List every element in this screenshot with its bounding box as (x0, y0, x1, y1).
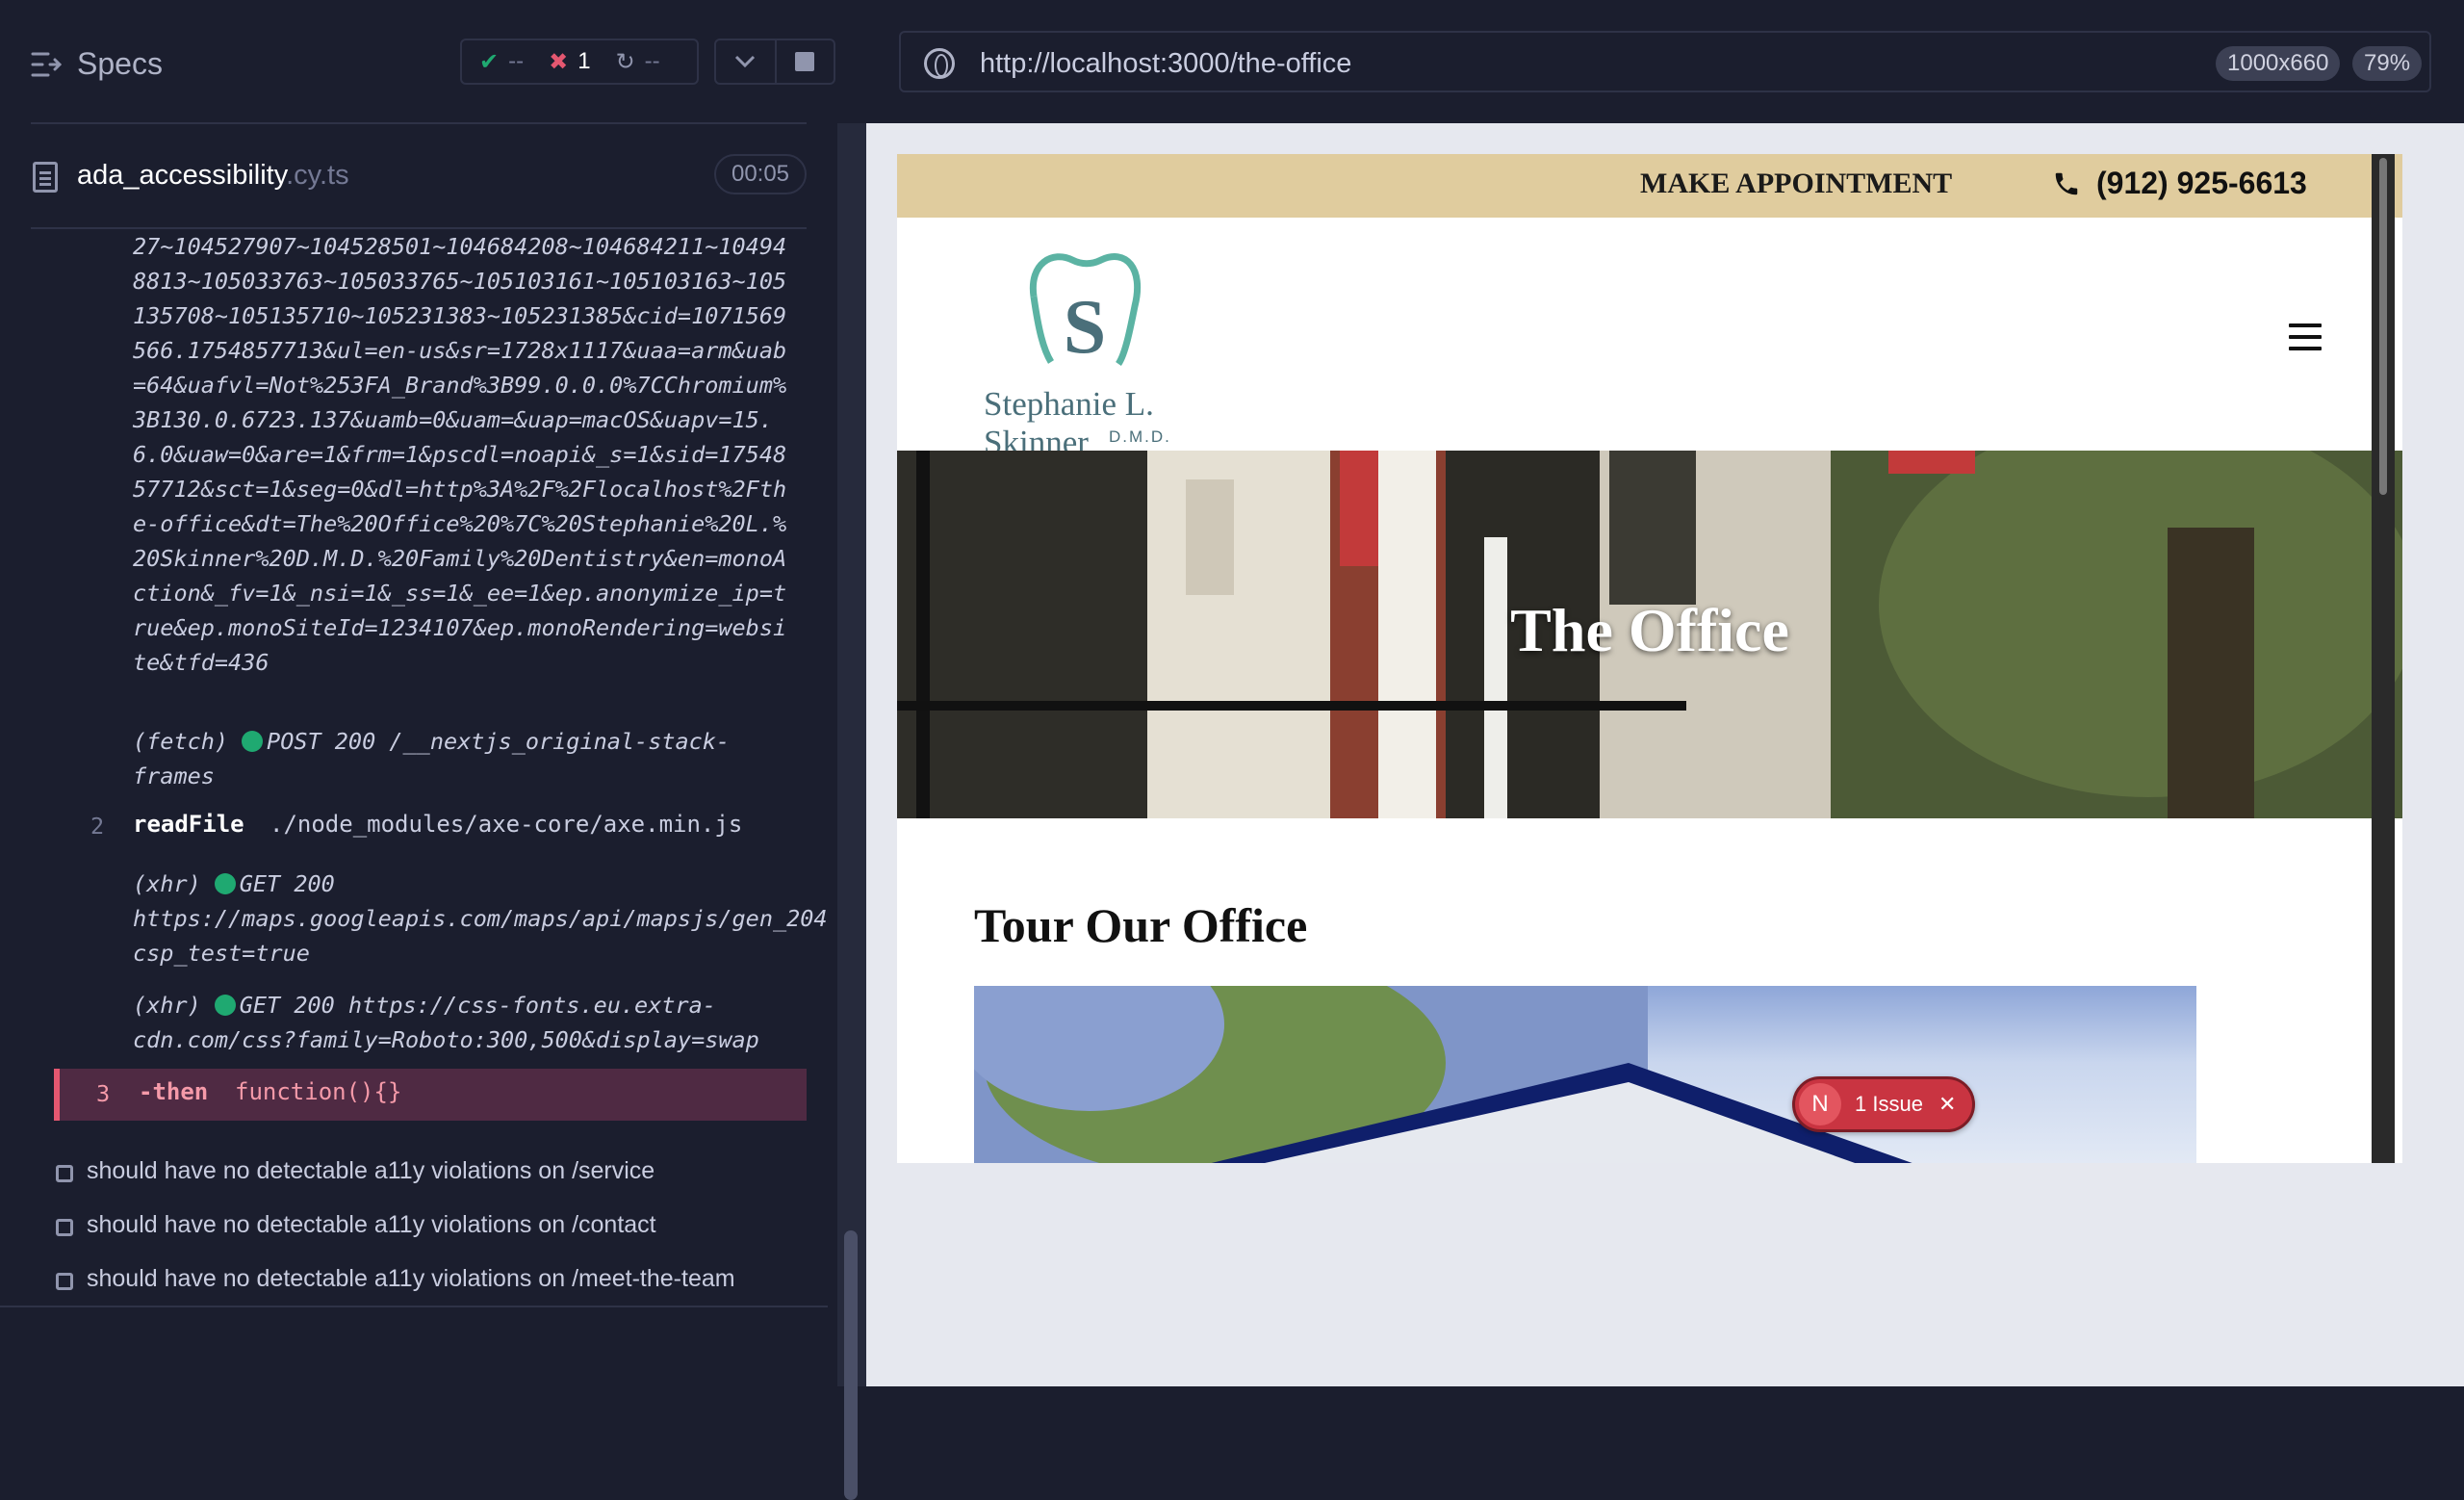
aut-scrollbar[interactable] (2372, 154, 2395, 1163)
command-log: 27~104527907~104528501~104684208~1046842… (0, 229, 828, 1307)
pending-icon: ↻ (615, 48, 635, 75)
reporter-scrollbar[interactable] (837, 123, 866, 1500)
fetch-log-entry[interactable]: (fetch) POST 200 /__nextjs_original-stack… (133, 724, 807, 793)
test-stats: ✔ -- ✖ 1 ↻ -- (460, 39, 699, 85)
viewport-size-badge[interactable]: 1000x660 (2216, 46, 2341, 81)
nextjs-issue-indicator[interactable]: N 1 Issue ✕ (1792, 1076, 1975, 1132)
status-dot (242, 731, 264, 752)
pending-stat: ↻ -- (615, 48, 660, 75)
xhr-log-entry-fonts[interactable]: (xhr) GET 200 https://css-fonts.eu.extra-… (133, 988, 807, 1057)
check-icon: ✔ (479, 48, 500, 75)
status-dot (214, 873, 236, 894)
test-status-icon (56, 1273, 73, 1290)
reporter-header: Specs ✔ -- ✖ 1 ↻ -- (0, 0, 866, 124)
hero-title: The Office (1510, 596, 1789, 664)
office-photo (974, 986, 1912, 1163)
reporter-panel: Specs ✔ -- ✖ 1 ↻ -- ada_accessibility.cy… (0, 0, 866, 1500)
test-item-contact[interactable]: should have no detectable a11y violation… (54, 1207, 805, 1246)
x-icon: ✖ (549, 48, 569, 75)
header-divider (31, 122, 807, 124)
nextjs-logo-icon: N (1799, 1083, 1841, 1125)
scrollbar-thumb[interactable] (844, 1230, 858, 1500)
aut-scrollbar-thumb[interactable] (2379, 158, 2387, 495)
phone-link[interactable]: (912) 925-6613 (2052, 166, 2307, 201)
stop-icon (795, 52, 815, 71)
specs-label[interactable]: Specs (77, 46, 163, 82)
section-title: Tour Our Office (974, 898, 1308, 952)
url-value[interactable]: http://localhost:3000/the-office (980, 48, 1351, 80)
office-tour-image (974, 986, 2196, 1163)
request-url-text: 27~104527907~104528501~104684208~1046842… (133, 233, 787, 676)
command-then-active[interactable]: 3 -then function(){} (54, 1069, 807, 1121)
issue-count[interactable]: 1 Issue (1855, 1092, 1923, 1117)
specs-list-icon[interactable] (31, 50, 62, 79)
hero-banner: The Office (897, 451, 2402, 818)
site-logo[interactable]: S Stephanie L. Skinner D.M.D. (937, 239, 1265, 461)
test-item-service[interactable]: should have no detectable a11y violation… (54, 1153, 805, 1192)
globe-icon (924, 48, 955, 79)
failed-stat: ✖ 1 (549, 48, 591, 75)
logo-degree: D.M.D. (1109, 427, 1171, 446)
test-status-icon (56, 1165, 73, 1182)
test-status-icon (56, 1219, 73, 1236)
menu-icon[interactable] (2289, 323, 2322, 350)
document-icon (33, 162, 58, 193)
zoom-badge[interactable]: 79% (2352, 46, 2423, 81)
url-bar[interactable]: http://localhost:3000/the-office 1000x66… (899, 31, 2431, 92)
collapse-button[interactable] (716, 40, 775, 83)
app-preview-panel: http://localhost:3000/the-office 1000x66… (866, 0, 2464, 1386)
aut-iframe: MAKE APPOINTMENT (912) 925-6613 S Stepha… (897, 154, 2402, 1163)
close-icon[interactable]: ✕ (1938, 1092, 1956, 1117)
make-appointment-link[interactable]: MAKE APPOINTMENT (1640, 168, 1952, 200)
spec-file-row[interactable]: ada_accessibility.cy.ts 00:05 (0, 144, 828, 208)
log-bottom-divider (0, 1306, 828, 1307)
site-header: S Stephanie L. Skinner D.M.D. (897, 218, 2402, 461)
status-dot (214, 995, 236, 1016)
chevron-down-icon (735, 55, 756, 68)
command-read-file[interactable]: 2 readFile ./node_modules/axe-core/axe.m… (0, 801, 807, 853)
tooth-logo-icon: S (1029, 253, 1142, 370)
top-contact-bar: MAKE APPOINTMENT (912) 925-6613 (897, 154, 2402, 218)
spec-file-name: ada_accessibility.cy.ts (77, 160, 349, 191)
spec-duration: 00:05 (714, 154, 807, 194)
run-controls (714, 39, 835, 85)
passed-stat: ✔ -- (479, 48, 525, 75)
svg-text:S: S (1064, 285, 1107, 370)
stop-button[interactable] (774, 40, 834, 83)
preview-header: http://localhost:3000/the-office 1000x66… (866, 0, 2464, 123)
test-item-meet-the-team[interactable]: should have no detectable a11y violation… (54, 1261, 805, 1300)
phone-icon (2055, 172, 2078, 194)
xhr-log-entry-maps[interactable]: (xhr) GET 200 https://maps.googleapis.com… (133, 866, 828, 970)
